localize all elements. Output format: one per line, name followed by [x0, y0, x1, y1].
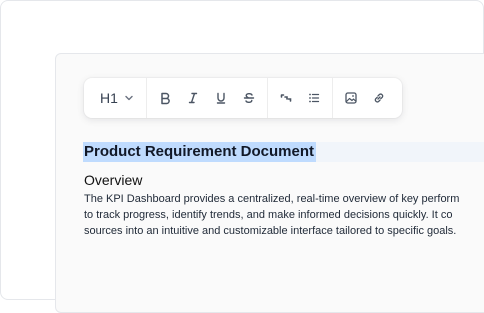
- heading-level-select[interactable]: H1: [84, 78, 146, 118]
- bold-button[interactable]: [151, 84, 179, 112]
- section-heading[interactable]: Overview: [84, 171, 484, 189]
- block-group: [268, 78, 332, 118]
- italic-button[interactable]: [179, 84, 207, 112]
- image-button[interactable]: [337, 84, 365, 112]
- strikethrough-icon: [242, 91, 256, 105]
- link-icon: [372, 91, 386, 105]
- code-block-icon: [279, 91, 293, 105]
- italic-icon: [186, 91, 200, 105]
- bullet-list-icon: [307, 91, 321, 105]
- formatting-toolbar: H1: [84, 78, 402, 118]
- image-icon: [344, 91, 358, 105]
- text-style-group: [147, 78, 267, 118]
- underline-button[interactable]: [207, 84, 235, 112]
- underline-icon: [214, 91, 228, 105]
- heading-group: H1: [84, 78, 146, 118]
- bold-icon: [158, 91, 172, 105]
- strikethrough-button[interactable]: [235, 84, 263, 112]
- paragraph-line: to track progress, identify trends, and …: [84, 209, 453, 221]
- insert-group: [333, 78, 397, 118]
- heading-level-value: H1: [100, 90, 118, 106]
- document-content[interactable]: Product Requirement Document Overview Th…: [83, 142, 484, 239]
- bullet-list-button[interactable]: [300, 84, 328, 112]
- document-title[interactable]: Product Requirement Document: [83, 142, 317, 162]
- paragraph-line: sources into an intuitive and customizab…: [84, 225, 457, 237]
- overview-paragraph[interactable]: The KPI Dashboard provides a centralized…: [84, 191, 484, 239]
- chevron-down-icon: [124, 93, 134, 103]
- paragraph-line: The KPI Dashboard provides a centralized…: [84, 193, 460, 205]
- code-block-button[interactable]: [272, 84, 300, 112]
- link-button[interactable]: [365, 84, 393, 112]
